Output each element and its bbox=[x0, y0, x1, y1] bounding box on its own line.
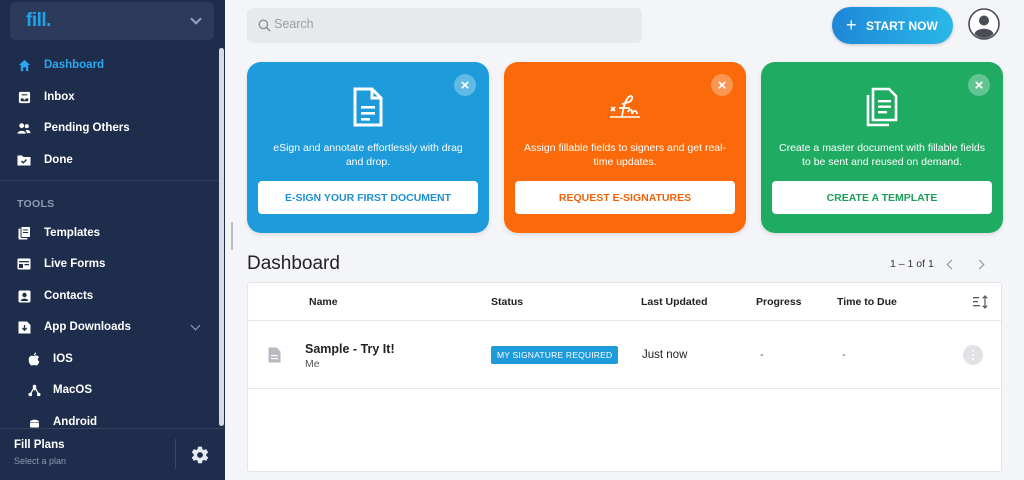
table-row[interactable]: Sample - Try It! Me MY SIGNATURE REQUIRE… bbox=[248, 322, 1001, 389]
sidebar: fill. Dashboard Inbox Pending Others Don… bbox=[0, 0, 225, 480]
progress-value: - bbox=[760, 349, 764, 361]
last-updated-value: Just now bbox=[642, 349, 688, 361]
chevron-down-icon bbox=[190, 13, 202, 25]
download-icon bbox=[17, 320, 31, 334]
sidebar-item-app-downloads[interactable]: App Downloads bbox=[0, 313, 220, 341]
page-title: Dashboard bbox=[247, 253, 340, 274]
sidebar-item-label: MacOS bbox=[53, 384, 92, 396]
sidebar-item-macos[interactable]: MacOS bbox=[0, 376, 220, 404]
users-icon bbox=[17, 121, 31, 135]
table-header: Name Status Last Updated Progress Time t… bbox=[248, 283, 1001, 321]
sidebar-item-label: Android bbox=[53, 416, 98, 428]
sidebar-item-label: Templates bbox=[44, 227, 101, 239]
chevron-down-icon bbox=[190, 320, 201, 331]
document-name[interactable]: Sample - Try It! bbox=[305, 342, 395, 356]
column-last-updated[interactable]: Last Updated bbox=[641, 296, 708, 308]
resize-handle[interactable] bbox=[231, 222, 233, 250]
more-options-icon[interactable] bbox=[963, 345, 983, 365]
sidebar-item-ios[interactable]: IOS bbox=[0, 345, 220, 373]
chevron-right-icon bbox=[974, 259, 985, 270]
sidebar-item-label: Pending Others bbox=[44, 122, 130, 134]
live-forms-icon bbox=[17, 257, 31, 271]
create-template-button[interactable]: CREATE A TEMPLATE bbox=[772, 181, 992, 214]
apple-icon bbox=[27, 352, 41, 366]
signature-icon bbox=[608, 87, 642, 127]
close-icon[interactable]: × bbox=[968, 74, 990, 96]
documents-table: Name Status Last Updated Progress Time t… bbox=[247, 282, 1002, 472]
sidebar-footer: Fill Plans Select a plan bbox=[0, 428, 225, 480]
sidebar-item-label: IOS bbox=[53, 353, 73, 365]
workspace-switcher[interactable]: fill. bbox=[10, 2, 214, 40]
sidebar-item-label: App Downloads bbox=[44, 321, 131, 333]
sidebar-item-pending-others[interactable]: Pending Others bbox=[0, 114, 220, 142]
sidebar-item-templates[interactable]: Templates bbox=[0, 219, 220, 247]
close-icon[interactable]: × bbox=[711, 74, 733, 96]
template-icon bbox=[865, 87, 899, 127]
templates-icon bbox=[17, 226, 31, 240]
start-now-label: START NOW bbox=[866, 19, 938, 33]
macos-icon bbox=[27, 383, 41, 397]
tools-section-header: TOOLS bbox=[17, 198, 55, 210]
sidebar-item-inbox[interactable]: Inbox bbox=[0, 83, 220, 111]
sidebar-divider bbox=[0, 180, 220, 181]
plan-subtitle[interactable]: Select a plan bbox=[14, 456, 66, 466]
home-icon bbox=[17, 58, 31, 72]
sidebar-item-label: Done bbox=[44, 154, 73, 166]
sidebar-item-label: Contacts bbox=[44, 290, 94, 302]
sidebar-item-dashboard[interactable]: Dashboard bbox=[0, 51, 220, 79]
sidebar-item-live-forms[interactable]: Live Forms bbox=[0, 250, 220, 278]
esign-card: × eSign and annotate effortlessly with d… bbox=[247, 62, 489, 233]
card-description: Create a master document with fillable f… bbox=[779, 142, 986, 168]
document-owner: Me bbox=[305, 358, 320, 370]
gear-icon[interactable] bbox=[190, 445, 210, 465]
pagination-label: 1 – 1 of 1 bbox=[890, 258, 934, 270]
sort-icon[interactable] bbox=[973, 295, 989, 309]
sidebar-scrollbar[interactable] bbox=[219, 48, 224, 426]
close-icon[interactable]: × bbox=[454, 74, 476, 96]
create-template-card: × Create a master document with fillable… bbox=[761, 62, 1003, 233]
column-time-to-due[interactable]: Time to Due bbox=[837, 296, 897, 308]
card-description: eSign and annotate effortlessly with dra… bbox=[273, 142, 463, 168]
plus-icon: + bbox=[846, 15, 857, 35]
inbox-icon bbox=[17, 90, 31, 104]
sidebar-item-done[interactable]: Done bbox=[0, 146, 220, 174]
card-description: Assign fillable fields to signers and ge… bbox=[524, 142, 726, 168]
request-signatures-card: × Assign fillable fields to signers and … bbox=[504, 62, 746, 233]
request-esignatures-button[interactable]: REQUEST E-SIGNATURES bbox=[515, 181, 735, 214]
start-now-button[interactable]: + START NOW bbox=[832, 7, 953, 44]
search-bar[interactable] bbox=[247, 8, 642, 43]
sidebar-item-contacts[interactable]: Contacts bbox=[0, 282, 220, 310]
document-icon bbox=[351, 87, 385, 127]
avatar[interactable] bbox=[968, 8, 1000, 40]
chevron-left-icon bbox=[946, 259, 957, 270]
contacts-icon bbox=[17, 289, 31, 303]
column-name[interactable]: Name bbox=[309, 296, 338, 308]
android-icon bbox=[27, 415, 41, 429]
column-status[interactable]: Status bbox=[491, 296, 523, 308]
folder-check-icon bbox=[17, 153, 31, 167]
column-progress[interactable]: Progress bbox=[756, 296, 802, 308]
plan-title[interactable]: Fill Plans bbox=[14, 439, 65, 451]
file-icon bbox=[268, 347, 281, 363]
time-to-due-value: - bbox=[842, 349, 846, 361]
previous-page-button[interactable] bbox=[943, 259, 959, 271]
fill-logo: fill. bbox=[26, 10, 51, 31]
next-page-button[interactable] bbox=[974, 259, 990, 271]
sidebar-item-label: Live Forms bbox=[44, 258, 106, 270]
search-input[interactable] bbox=[274, 17, 574, 31]
sidebar-item-label: Inbox bbox=[44, 91, 75, 103]
sidebar-item-label: Dashboard bbox=[44, 59, 105, 71]
esign-first-document-button[interactable]: E-SIGN YOUR FIRST DOCUMENT bbox=[258, 181, 478, 214]
status-badge: MY SIGNATURE REQUIRED bbox=[491, 346, 619, 364]
footer-divider bbox=[175, 439, 176, 469]
search-icon bbox=[258, 19, 271, 32]
